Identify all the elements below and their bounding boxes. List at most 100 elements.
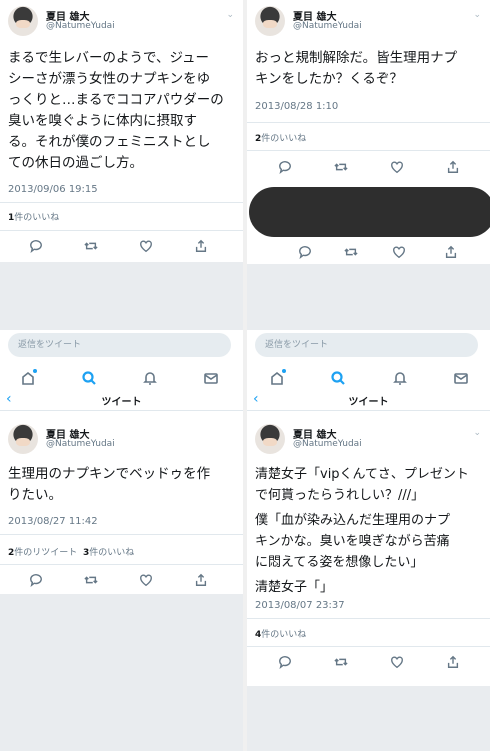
tweet-line: に悶えてる姿を想像したい」 — [255, 555, 424, 570]
likes-label: 件のいいね — [261, 630, 307, 640]
search-icon[interactable] — [78, 367, 100, 389]
tweet-panel-3: 返信をツイート ‹ ツイート 夏目 雄大 @NatumeYudai 生理用のナプ… — [0, 330, 243, 751]
tweet-text: 清楚女子「vipくんてさ、プレゼント で何貰ったらうれしい？///」 僕「血が染… — [255, 464, 482, 598]
likes-stat[interactable]: 4件のいいね — [255, 627, 306, 640]
like-icon[interactable] — [136, 236, 156, 256]
reply-icon[interactable] — [26, 570, 46, 590]
tweet-timestamp: 2013/09/06 19:15 — [8, 184, 98, 195]
retweet-icon[interactable] — [341, 242, 361, 262]
search-icon[interactable] — [327, 367, 349, 389]
reply-icon[interactable] — [275, 652, 295, 672]
chevron-down-icon[interactable]: ⌄ — [226, 10, 234, 20]
home-icon[interactable] — [266, 367, 288, 389]
tweet-header: 夏目 雄大 @NatumeYudai ⌄ — [255, 418, 483, 462]
like-icon[interactable] — [387, 652, 407, 672]
home-icon[interactable] — [17, 367, 39, 389]
user-handle[interactable]: @NatumeYudai — [293, 21, 362, 31]
notifications-icon[interactable] — [139, 367, 161, 389]
reply-input[interactable]: 返信をツイート — [255, 333, 478, 357]
messages-icon[interactable] — [450, 367, 472, 389]
tweet-line: 清楚女子「」 — [255, 580, 334, 595]
top-nav: ‹ ツイート — [0, 389, 243, 411]
divider — [247, 646, 490, 647]
likes-label: 件のいいね — [89, 548, 135, 558]
likes-stat[interactable]: 2件のいいね — [255, 131, 306, 144]
tweet-line: ての休日の過ごし方。 — [8, 155, 143, 171]
chevron-down-icon[interactable]: ⌄ — [473, 428, 481, 438]
messages-icon[interactable] — [200, 367, 222, 389]
tweet-panel-2: 夏目 雄大 @NatumeYudai ⌄ おっと規制解除だ。皆生理用ナプ キンを… — [247, 0, 490, 330]
user-handle[interactable]: @NatumeYudai — [46, 439, 115, 449]
avatar[interactable] — [8, 6, 38, 36]
tweet-text: おっと規制解除だ。皆生理用ナプ キンをしたか？くるぞ？ — [255, 48, 482, 90]
divider — [247, 618, 490, 619]
tweet-panel-4: 返信をツイート ‹ ツイート 夏目 雄大 @NatumeYudai ⌄ 清楚女子… — [247, 330, 490, 751]
tweet-line: まるで生レバーのようで、ジュー — [8, 50, 210, 66]
bottom-tab-bar — [0, 362, 243, 392]
tweet-line: りたい。 — [8, 487, 62, 503]
likes-stat[interactable]: 1件のいいね — [8, 210, 59, 223]
gray-gap — [0, 262, 243, 330]
notification-dot — [282, 369, 286, 373]
like-icon[interactable] — [387, 157, 407, 177]
tweet-line: る。それが僕のフェミニストとし — [8, 134, 211, 150]
tweet-line: 清楚女子「vipくんてさ、プレゼント — [255, 467, 469, 482]
tweet-text: まるで生レバーのようで、ジュー シーさが漂う女性のナプキンをゆ っくりと…まるで… — [8, 48, 235, 174]
retweet-icon[interactable] — [331, 652, 351, 672]
share-icon[interactable] — [441, 242, 461, 262]
notifications-icon[interactable] — [389, 367, 411, 389]
retweet-icon[interactable] — [331, 157, 351, 177]
tweet-actions — [247, 240, 490, 266]
tweet-line: おっと規制解除だ。皆生理用ナプ — [255, 50, 458, 66]
gray-gap — [247, 264, 490, 330]
tweet-line: で何貰ったらうれしい？///」 — [255, 488, 425, 503]
divider — [0, 202, 243, 203]
reply-icon[interactable] — [26, 236, 46, 256]
likes-label: 件のいいね — [14, 213, 60, 223]
reply-input[interactable]: 返信をツイート — [8, 333, 231, 357]
chevron-down-icon[interactable]: ⌄ — [473, 10, 481, 20]
engagement-stats[interactable]: 2件のリツイート 3件のいいね — [8, 545, 134, 558]
tweet-actions — [247, 155, 490, 181]
tweet-header: 夏目 雄大 @NatumeYudai ⌄ — [255, 0, 483, 44]
avatar[interactable] — [255, 424, 285, 454]
tweet-timestamp: 2013/08/07 23:37 — [255, 600, 345, 611]
tweet-actions — [0, 234, 243, 260]
retweets-label: 件のリツイート — [14, 548, 78, 558]
page-title: ツイート — [348, 397, 389, 408]
tweet-line: っくりと…まるでココアパウダーの — [8, 92, 224, 108]
tweet-header: 夏目 雄大 @NatumeYudai — [8, 418, 236, 462]
tweet-timestamp: 2013/08/27 11:42 — [8, 516, 98, 527]
likes-label: 件のいいね — [261, 134, 307, 144]
user-handle[interactable]: @NatumeYudai — [293, 439, 362, 449]
user-handle[interactable]: @NatumeYudai — [46, 21, 115, 31]
divider — [0, 534, 243, 535]
bottom-tab-bar — [247, 362, 490, 392]
like-icon[interactable] — [136, 570, 156, 590]
divider — [0, 564, 243, 565]
page-title: ツイート — [101, 397, 142, 408]
reply-icon[interactable] — [295, 242, 315, 262]
retweet-icon[interactable] — [81, 570, 101, 590]
tweet-line: キンかな。臭いを嗅ぎながら苦痛 — [255, 534, 450, 549]
retweet-icon[interactable] — [81, 236, 101, 256]
tweet-header: 夏目 雄大 @NatumeYudai ⌄ — [8, 0, 236, 44]
share-icon[interactable] — [443, 157, 463, 177]
tweet-line: 僕「血が染み込んだ生理用のナプ — [255, 513, 451, 528]
share-icon[interactable] — [443, 652, 463, 672]
divider — [247, 122, 490, 123]
notification-dot — [33, 369, 37, 373]
tweet-actions — [247, 650, 490, 676]
share-icon[interactable] — [191, 570, 211, 590]
share-icon[interactable] — [191, 236, 211, 256]
tweet-line: 生理用のナプキンでベッドゥを作 — [8, 466, 211, 482]
tweet-line: 臭いを嗅ぐように体内に摂取す — [8, 113, 197, 129]
avatar[interactable] — [8, 424, 38, 454]
tweet-panel-1: 夏目 雄大 @NatumeYudai ⌄ まるで生レバーのようで、ジュー シーさ… — [0, 0, 243, 330]
gray-gap — [247, 686, 490, 751]
redaction-overlay — [249, 187, 490, 237]
like-icon[interactable] — [389, 242, 409, 262]
tweet-line: シーさが漂う女性のナプキンをゆ — [8, 71, 211, 87]
avatar[interactable] — [255, 6, 285, 36]
reply-icon[interactable] — [275, 157, 295, 177]
